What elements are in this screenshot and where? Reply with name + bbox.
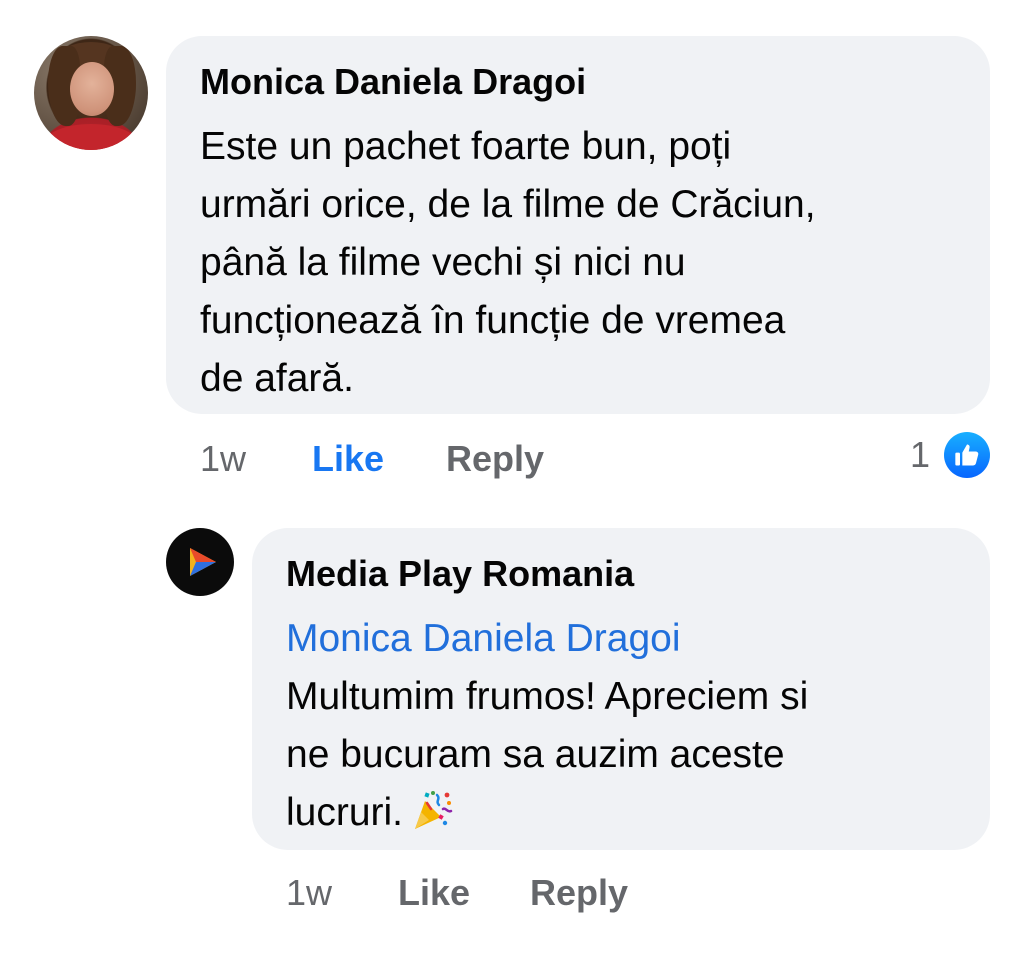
reply-author-name[interactable]: Media Play Romania (286, 552, 634, 596)
reply-text-line: Multumim frumos! Apreciem si (286, 675, 809, 718)
comment-text-line: urmări orice, de la filme de Crăciun, (200, 183, 816, 226)
like-button[interactable]: Like (312, 434, 384, 484)
reply-text-line: ne bucuram sa auzim aceste (286, 733, 785, 776)
mention-link[interactable]: Monica Daniela Dragoi (286, 610, 681, 668)
comment-text-line: Este un pachet foarte bun, poți (200, 125, 732, 168)
comment-author-name[interactable]: Monica Daniela Dragoi (200, 60, 586, 104)
comment-text: Este un pachet foarte bun, poți urmări o… (200, 118, 960, 408)
avatar-monica-daniela-dragoi[interactable] (34, 36, 148, 150)
reply-text-last: lucruri. (286, 791, 404, 834)
reply-text: Multumim frumos! Apreciem si ne bucuram … (286, 668, 966, 850)
avatar-shirt (44, 124, 138, 150)
thumbs-up-icon (944, 432, 990, 478)
comment-bubble: Monica Daniela Dragoi Este un pachet foa… (166, 36, 990, 414)
reply-button[interactable]: Reply (530, 868, 628, 918)
reply-button[interactable]: Reply (446, 434, 544, 484)
reply-bubble: Media Play Romania Monica Daniela Dragoi… (252, 528, 990, 850)
comment-text-line: până la filme vechi și nici nu (200, 241, 686, 284)
comment-text-line: de afară. (200, 357, 354, 400)
avatar-face (70, 62, 114, 116)
comment-timestamp[interactable]: 1w (200, 434, 246, 484)
comment-text-line: funcționează în funcție de vremea (200, 299, 786, 342)
reply-timestamp[interactable]: 1w (286, 868, 332, 918)
reply-text-line: lucruri. (286, 784, 966, 850)
avatar-media-play-romania[interactable] (166, 528, 234, 596)
reaction-count: 1 (910, 434, 931, 475)
party-popper-icon (409, 787, 455, 850)
like-button[interactable]: Like (398, 868, 470, 918)
